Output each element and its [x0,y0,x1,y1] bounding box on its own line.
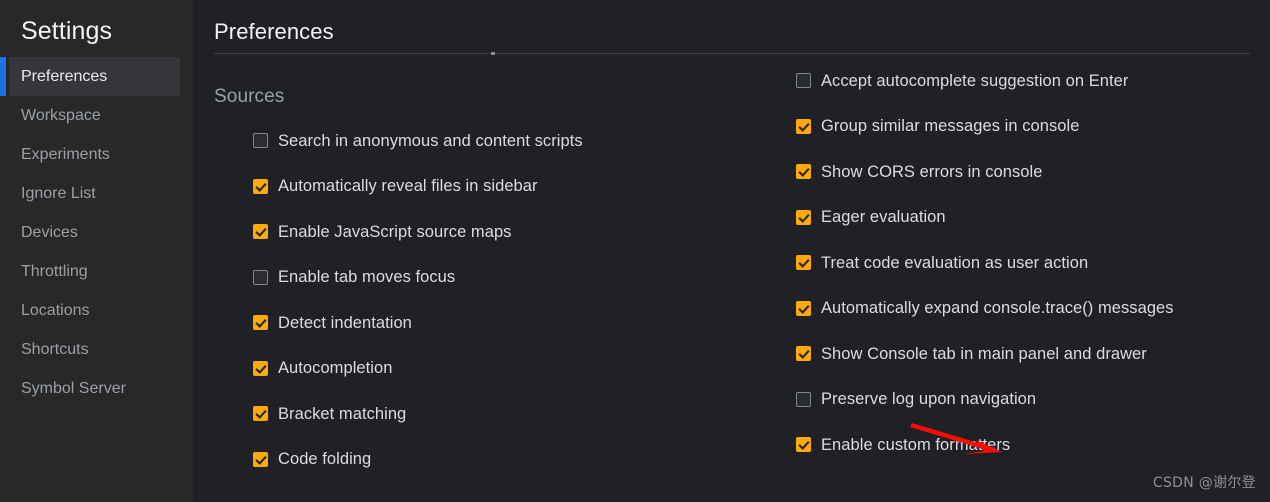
console-column: Accept autocomplete suggestion on Enter G… [796,58,1256,468]
option-row[interactable]: Group similar messages in console [796,104,1256,150]
sidebar-item-shortcuts[interactable]: Shortcuts [0,330,193,369]
csdn-watermark: CSDN @谢尔登 [1152,475,1256,491]
option-row[interactable]: Treat code evaluation as user action [796,240,1256,286]
sidebar-item-symbol-server[interactable]: Symbol Server [0,369,193,408]
sidebar-item-label: Experiments [21,146,110,163]
checkbox-unchecked-icon[interactable] [253,269,268,285]
sidebar-nav-list: Preferences Workspace Experiments Ignore Li… [0,57,193,408]
option-label: Enable tab moves focus [278,268,456,287]
checkbox-checked-icon[interactable] [796,118,811,134]
settings-dialog: Settings Preferences Workspace Experiments… [0,0,1270,502]
sidebar-item-label: Throttling [21,263,88,280]
checkbox-checked-icon[interactable] [253,406,268,422]
sources-option-list: Search in anonymous and content scripts A… [214,118,774,482]
option-label: Enable JavaScript source maps [278,222,512,241]
checkbox-checked-icon[interactable] [796,255,811,271]
sidebar-item-label: Shortcuts [21,341,89,358]
option-label: Automatically expand console.trace() mes… [821,299,1174,318]
option-row[interactable]: Automatically reveal files in sidebar [214,164,774,210]
console-option-list: Accept autocomplete suggestion on Enter G… [796,58,1256,468]
checkbox-checked-icon[interactable] [796,437,811,453]
sidebar-item-workspace[interactable]: Workspace [0,96,193,135]
option-row[interactable]: Show CORS errors in console [796,149,1256,195]
preferences-columns: Sources Search in anonymous and content … [193,58,1270,502]
checkbox-checked-icon[interactable] [253,451,268,467]
option-row[interactable]: Enable JavaScript source maps [214,209,774,255]
option-row[interactable]: Autocompletion [214,346,774,392]
option-label: Enable custom formatters [821,435,1011,454]
option-label: Bracket matching [278,404,407,423]
option-row[interactable]: Enable custom formatters [796,422,1256,468]
sidebar-item-ignore-list[interactable]: Ignore List [0,174,193,213]
checkbox-checked-icon[interactable] [796,164,811,180]
checkbox-checked-icon[interactable] [796,209,811,225]
option-label: Treat code evaluation as user action [821,253,1089,272]
checkbox-checked-icon[interactable] [253,360,268,376]
sidebar-item-label: Workspace [21,107,101,124]
checkbox-checked-icon[interactable] [796,300,811,316]
option-row[interactable]: Search in anonymous and content scripts [214,118,774,164]
checkbox-unchecked-icon[interactable] [796,391,811,407]
sidebar-item-label: Preferences [21,68,108,85]
page-title: Preferences [214,19,334,44]
option-label: Automatically reveal files in sidebar [278,177,538,196]
sidebar-item-locations[interactable]: Locations [0,291,193,330]
checkbox-checked-icon[interactable] [253,315,268,331]
preferences-panel: Preferences Sources Search in anonymous … [193,0,1270,502]
checkbox-checked-icon[interactable] [253,178,268,194]
checkbox-unchecked-icon[interactable] [253,133,268,149]
option-label: Accept autocomplete suggestion on Enter [821,71,1129,90]
option-row[interactable]: Enable tab moves focus [214,255,774,301]
settings-title: Settings [21,17,113,45]
sidebar-item-preferences[interactable]: Preferences [0,57,180,96]
option-label: Show Console tab in main panel and drawe… [821,344,1147,363]
option-label: Detect indentation [278,313,412,332]
title-divider [214,52,1250,55]
scroll-indicator-nub [491,52,495,55]
option-label: Preserve log upon navigation [821,390,1037,409]
sidebar-item-label: Locations [21,302,90,319]
option-label: Eager evaluation [821,208,946,227]
sidebar-item-experiments[interactable]: Experiments [0,135,193,174]
option-label: Search in anonymous and content scripts [278,131,583,150]
sidebar-item-label: Ignore List [21,185,96,202]
checkbox-checked-icon[interactable] [253,224,268,240]
option-row[interactable]: Accept autocomplete suggestion on Enter [796,58,1256,104]
option-row[interactable]: Code folding [214,437,774,483]
option-row[interactable]: Eager evaluation [796,195,1256,241]
option-label: Show CORS errors in console [821,162,1043,181]
sidebar-item-label: Symbol Server [21,380,126,397]
sources-column: Sources Search in anonymous and content … [214,58,774,482]
checkbox-checked-icon[interactable] [796,346,811,362]
option-row[interactable]: Detect indentation [214,300,774,346]
option-row[interactable]: Bracket matching [214,391,774,437]
settings-sidebar: Settings Preferences Workspace Experiments… [0,0,193,502]
section-heading-sources: Sources [214,86,285,107]
sidebar-item-throttling[interactable]: Throttling [0,252,193,291]
checkbox-unchecked-icon[interactable] [796,73,811,89]
option-row[interactable]: Preserve log upon navigation [796,377,1256,423]
option-label: Autocompletion [278,359,393,378]
option-row[interactable]: Show Console tab in main panel and drawe… [796,331,1256,377]
option-label: Group similar messages in console [821,117,1080,136]
sidebar-item-label: Devices [21,224,78,241]
option-label: Code folding [278,450,372,469]
option-row[interactable]: Automatically expand console.trace() mes… [796,286,1256,332]
sidebar-item-devices[interactable]: Devices [0,213,193,252]
